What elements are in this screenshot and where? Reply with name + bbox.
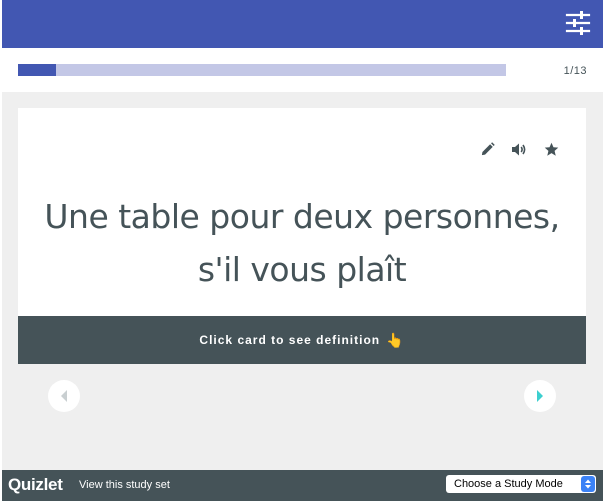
chevron-left-icon — [61, 390, 67, 402]
flashcards-widget: 1/13 Une table pour deux personnes, s'il… — [2, 0, 603, 501]
study-mode-value: Choose a Study Mode — [454, 478, 563, 490]
view-study-set-link[interactable]: View this study set — [79, 479, 170, 491]
study-mode-select[interactable]: Choose a Study Mode — [446, 475, 596, 493]
speaker-icon — [512, 143, 526, 155]
term-line-1: Une table pour deux personnes, — [44, 197, 560, 236]
card-term: Une table pour deux personnes, s'il vous… — [18, 190, 586, 296]
progress-bar — [18, 64, 506, 76]
flip-hint-text: Click card to see definition — [199, 333, 381, 347]
edit-button[interactable] — [478, 140, 496, 158]
bottom-bar: Quizlet View this study set Choose a Stu… — [2, 470, 603, 501]
quizlet-logo[interactable]: Quizlet — [8, 475, 63, 495]
pointing-hand-icon: 👆 — [386, 331, 405, 348]
flashcard[interactable]: Une table pour deux personnes, s'il vous… — [18, 108, 586, 364]
chevron-right-icon — [537, 390, 543, 402]
settings-button[interactable] — [565, 10, 591, 36]
progress-fill — [18, 64, 56, 76]
progress-count: 1/13 — [563, 65, 587, 77]
term-line-2: s'il vous plaît — [197, 250, 407, 289]
select-arrows-icon — [581, 476, 595, 492]
pencil-icon — [481, 141, 495, 155]
top-bar — [2, 0, 603, 48]
sliders-icon — [565, 11, 591, 35]
card-actions — [478, 140, 560, 158]
star-icon — [544, 142, 558, 156]
previous-card-button[interactable] — [48, 380, 80, 412]
card-flip-hint[interactable]: Click card to see definition 👆 — [18, 316, 586, 364]
next-card-button[interactable] — [524, 380, 556, 412]
progress-area: 1/13 — [2, 48, 603, 92]
star-button[interactable] — [542, 140, 560, 158]
audio-button[interactable] — [510, 140, 528, 158]
